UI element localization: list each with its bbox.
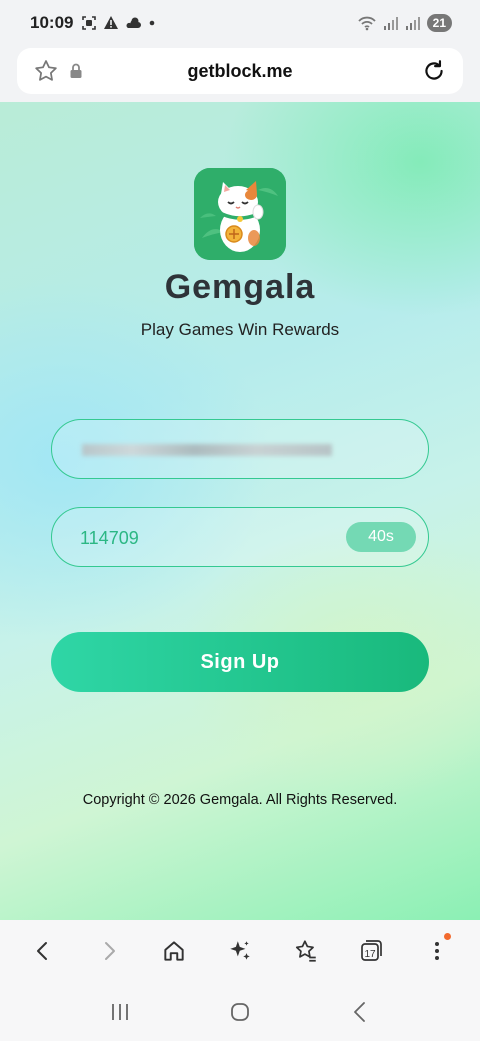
ai-button[interactable] bbox=[220, 931, 260, 971]
home-nav-icon[interactable] bbox=[227, 999, 253, 1025]
system-nav-bar bbox=[0, 982, 480, 1041]
verification-code-field[interactable]: 40s bbox=[51, 507, 429, 568]
dot-icon bbox=[150, 20, 155, 26]
status-bar: 10:09 21 bbox=[0, 0, 480, 46]
status-right: 21 bbox=[357, 14, 452, 32]
login-page: Gemgala Play Games Win Rewards 40s Sign … bbox=[0, 102, 480, 920]
warning-icon bbox=[104, 16, 119, 29]
app-title: Gemgala bbox=[164, 268, 316, 306]
tabs-count: 17 bbox=[365, 949, 377, 960]
status-time: 10:09 bbox=[30, 13, 74, 32]
url-bar[interactable]: getblock.me bbox=[17, 48, 463, 94]
menu-button[interactable] bbox=[417, 931, 457, 971]
home-button[interactable] bbox=[154, 931, 194, 971]
signal-icon bbox=[383, 17, 398, 30]
bookmarks-icon bbox=[295, 940, 316, 962]
tabs-icon: 17 bbox=[361, 940, 383, 961]
browser-toolbar: 17 bbox=[0, 920, 480, 982]
sign-up-button[interactable]: Sign Up bbox=[51, 632, 429, 692]
recent-apps-icon[interactable] bbox=[107, 999, 133, 1025]
tabs-button[interactable]: 17 bbox=[351, 931, 391, 971]
notification-dot bbox=[444, 933, 452, 940]
app-tagline: Play Games Win Rewards bbox=[140, 320, 340, 339]
verification-code-input[interactable] bbox=[78, 508, 282, 568]
lock-icon bbox=[70, 63, 82, 78]
lucky-cat-icon bbox=[194, 168, 286, 260]
bookmarks-button[interactable] bbox=[286, 931, 326, 971]
status-left: 10:09 bbox=[30, 13, 156, 33]
screenshot-icon bbox=[82, 16, 97, 30]
home-icon bbox=[164, 941, 184, 961]
star-icon[interactable] bbox=[33, 58, 59, 84]
back-icon bbox=[36, 942, 47, 960]
reload-icon[interactable] bbox=[421, 58, 447, 84]
email-field[interactable] bbox=[51, 419, 429, 479]
back-button[interactable] bbox=[23, 931, 63, 971]
back-nav-icon[interactable] bbox=[347, 999, 373, 1025]
menu-icon bbox=[435, 942, 440, 960]
signal-icon-2 bbox=[405, 17, 420, 30]
weather-icon bbox=[127, 17, 142, 28]
copyright-text: Copyright © 2026 Gemgala. All Rights Res… bbox=[82, 792, 398, 808]
sparkle-icon bbox=[230, 941, 250, 960]
forward-icon bbox=[104, 942, 115, 960]
battery-indicator: 21 bbox=[426, 14, 452, 32]
forward-button[interactable] bbox=[89, 931, 129, 971]
resend-timer: 40s bbox=[346, 522, 416, 552]
redacted-email bbox=[82, 444, 332, 456]
url-bar-container: getblock.me bbox=[0, 46, 480, 102]
status-icons bbox=[81, 15, 156, 31]
wifi-icon bbox=[357, 16, 376, 31]
